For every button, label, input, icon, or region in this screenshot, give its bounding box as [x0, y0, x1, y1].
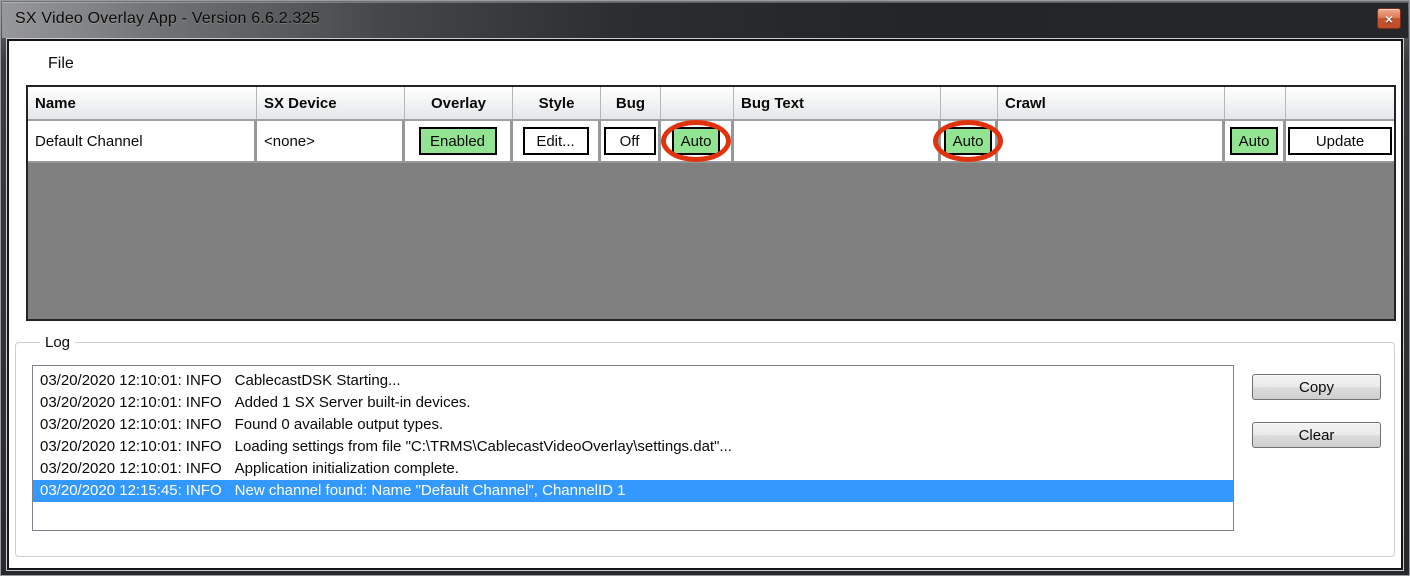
overlay-cell: Enabled	[405, 121, 513, 163]
log-group: Log 03/20/2020 12:10:01: INFO CablecastDSK…	[15, 334, 1395, 557]
column-header-name: Name	[28, 87, 257, 119]
close-button[interactable]: ×	[1377, 8, 1401, 29]
copy-button[interactable]: Copy	[1252, 374, 1381, 400]
column-header-bug: Bug	[601, 87, 661, 119]
log-entry-selected[interactable]: 03/20/2020 12:15:45: INFO New channel foun…	[33, 480, 1233, 502]
bug-text-auto-cell: Auto	[933, 120, 1003, 163]
log-entry[interactable]: 03/20/2020 12:10:01: INFO Found 0 availabl…	[33, 414, 1233, 436]
window-title: SX Video Overlay App - Version 6.6.2.325	[15, 10, 320, 27]
crawl-cell	[998, 121, 1225, 163]
column-header-update	[1286, 87, 1394, 119]
table-header-row: Name SX Device Overlay Style Bug Bug Tex…	[28, 87, 1394, 121]
update-button[interactable]: Update	[1288, 127, 1392, 155]
table-empty-area	[28, 163, 1394, 319]
crawl-input[interactable]	[998, 121, 1222, 161]
clear-button[interactable]: Clear	[1252, 422, 1381, 448]
log-entry[interactable]: 03/20/2020 12:10:01: INFO Loading settings…	[33, 436, 1233, 458]
bug-text-cell	[734, 121, 941, 163]
style-cell: Edit...	[513, 121, 601, 163]
column-header-bug-text-auto	[941, 87, 998, 119]
log-entry[interactable]: 03/20/2020 12:10:01: INFO Application init…	[33, 458, 1233, 480]
column-header-crawl-auto	[1225, 87, 1286, 119]
menu-file[interactable]: File	[39, 53, 83, 75]
log-list[interactable]: 03/20/2020 12:10:01: INFO CablecastDSK Sta…	[32, 365, 1234, 531]
column-header-crawl: Crawl	[998, 87, 1225, 119]
column-header-style: Style	[513, 87, 601, 119]
bug-off-button[interactable]: Off	[603, 127, 656, 155]
crawl-auto-cell: Auto	[1225, 121, 1286, 163]
column-header-bug-text: Bug Text	[734, 87, 941, 119]
log-entry[interactable]: 03/20/2020 12:10:01: INFO Added 1 SX Serve…	[33, 392, 1233, 414]
style-edit-button[interactable]: Edit...	[522, 127, 589, 155]
bug-auto-button[interactable]: Auto	[672, 127, 720, 155]
column-header-bug-auto	[661, 87, 734, 119]
bug-text-auto-button[interactable]: Auto	[944, 127, 992, 155]
table-row: Default Channel <none> Enabled Edit... O…	[28, 120, 1394, 163]
bug-cell: Off	[601, 121, 661, 163]
bug-auto-cell: Auto	[661, 120, 734, 163]
client-area: File Name SX Device Overlay Style Bug Bu…	[7, 39, 1403, 570]
channels-table: Name SX Device Overlay Style Bug Bug Tex…	[26, 85, 1396, 321]
channel-name-cell: Default Channel	[28, 121, 257, 163]
crawl-auto-button[interactable]: Auto	[1230, 127, 1278, 155]
close-icon: ×	[1384, 10, 1394, 27]
sx-device-cell[interactable]: <none>	[257, 121, 405, 163]
column-header-overlay: Overlay	[405, 87, 513, 119]
log-group-label: Log	[40, 334, 76, 351]
title-bar[interactable]: SX Video Overlay App - Version 6.6.2.325…	[2, 2, 1408, 38]
bug-text-input[interactable]	[734, 121, 938, 161]
column-header-sx-device: SX Device	[257, 87, 405, 119]
overlay-enabled-button[interactable]: Enabled	[418, 127, 497, 155]
app-window: SX Video Overlay App - Version 6.6.2.325…	[0, 0, 1410, 576]
update-cell: Update	[1286, 121, 1394, 163]
log-entry[interactable]: 03/20/2020 12:10:01: INFO CablecastDSK Sta…	[33, 370, 1233, 392]
